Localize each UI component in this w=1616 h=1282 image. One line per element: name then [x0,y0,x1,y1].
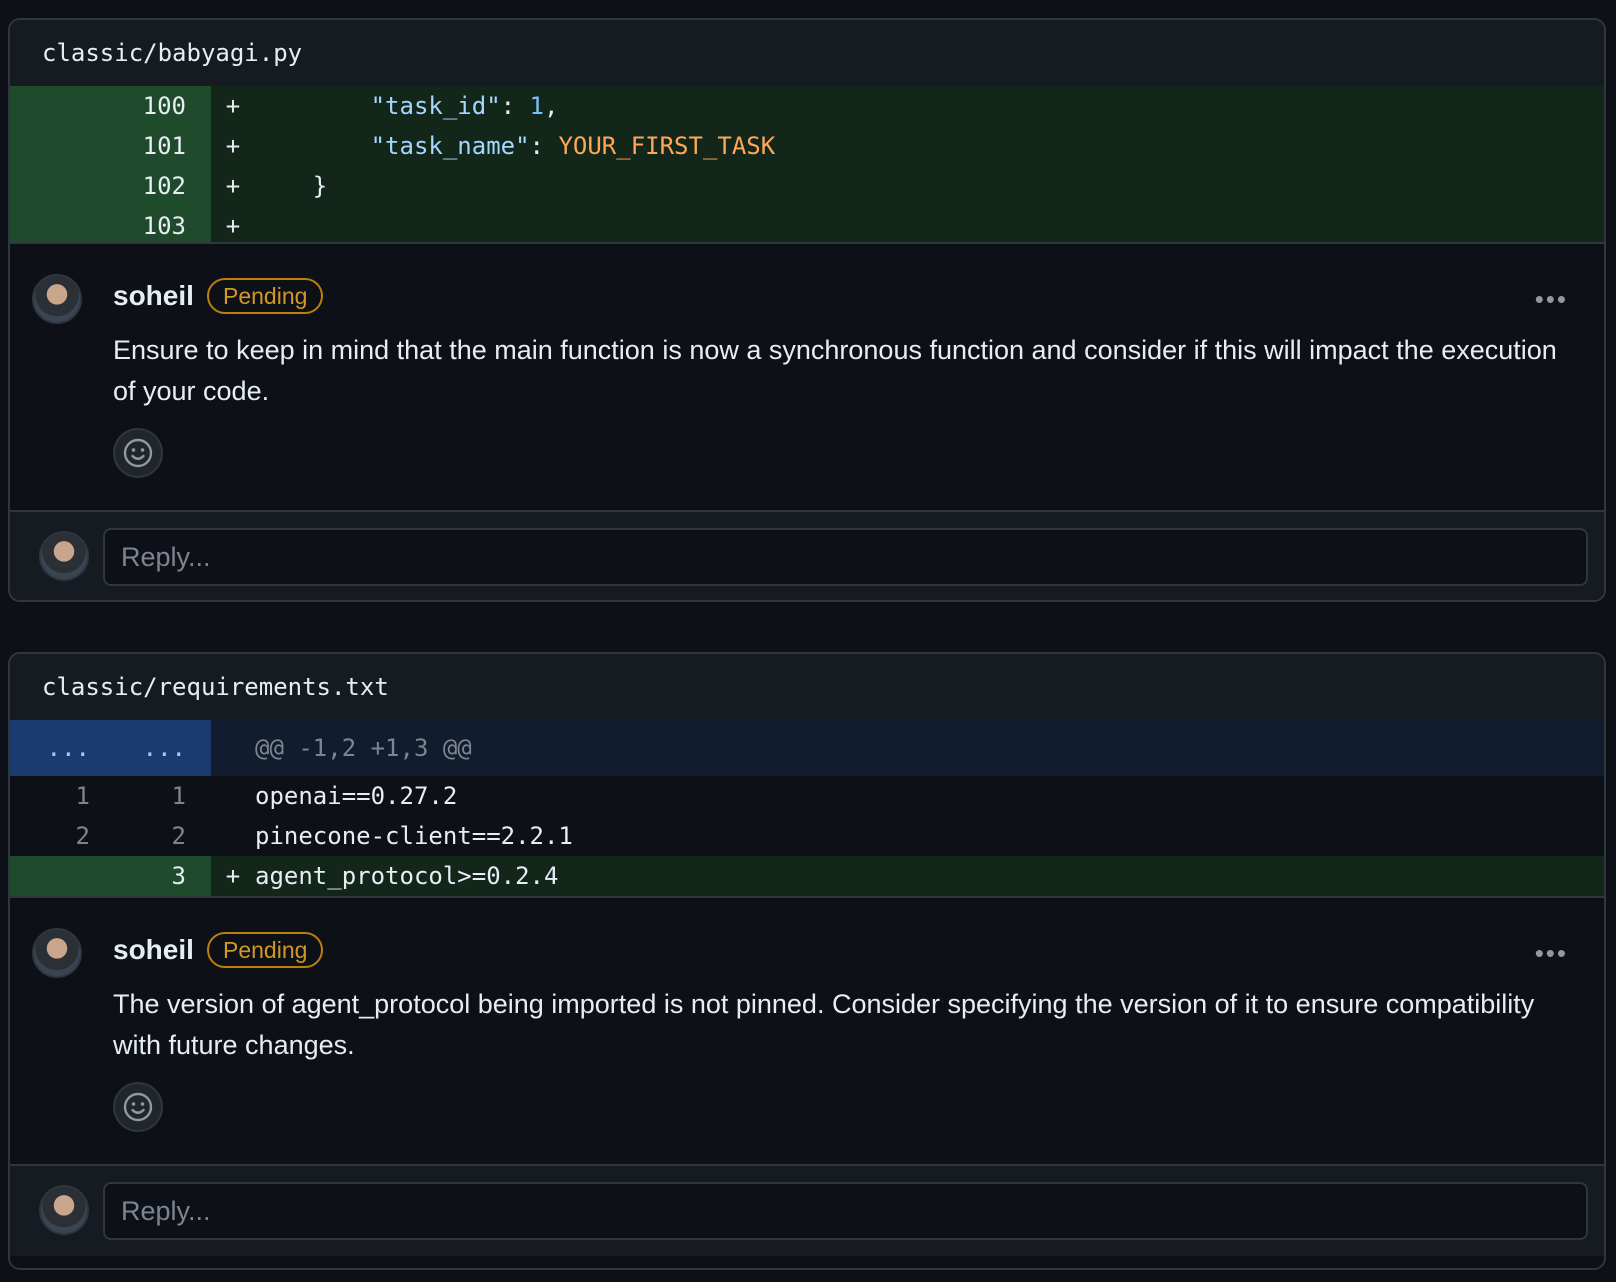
review-comment: soheil Pending ••• Ensure to keep in min… [10,242,1604,510]
line-number[interactable]: 103 [10,212,186,240]
add-marker: + [225,172,241,200]
code-text: agent_protocol>=0.2.4 [255,862,559,890]
add-reaction-button[interactable] [113,1082,163,1132]
comment-author[interactable]: soheil [113,280,194,312]
file-path[interactable]: classic/babyagi.py [10,20,1604,86]
code-key: "task_id" [370,92,501,120]
diff-line: 2 2 pinecone-client==2.2.1 [10,816,1604,856]
new-line-number[interactable]: 1 [90,782,186,810]
expand-up-button[interactable]: ... [10,734,90,762]
add-marker: + [225,862,241,890]
comment-body: Ensure to keep in mind that the main fun… [113,335,1557,406]
new-line-number[interactable]: 3 [90,862,186,890]
code-text: } [255,172,328,200]
code-value: 1 [529,92,544,120]
diff-line: 102 + } [10,166,1604,206]
more-options-icon[interactable]: ••• [1535,284,1568,315]
line-number[interactable]: 101 [10,132,186,160]
code-key: "task_name" [370,132,530,160]
diff-line: 101 + "task_name": YOUR_FIRST_TASK [10,126,1604,166]
hunk-range: @@ -1,2 +1,3 @@ [255,734,472,762]
new-line-number[interactable]: 2 [90,822,186,850]
line-number[interactable]: 100 [10,92,186,120]
reply-area [10,1164,1604,1256]
diff-line: 3 + agent_protocol>=0.2.4 [10,856,1604,896]
smiley-icon [123,1092,153,1122]
avatar[interactable] [32,274,82,324]
diff-line: 103 + [10,206,1604,246]
code-text: pinecone-client==2.2.1 [255,822,573,850]
review-thread-2: classic/requirements.txt ... ... @@ -1,2… [8,652,1606,1270]
diff-hunk: ... ... @@ -1,2 +1,3 @@ 1 1 openai==0.27… [10,720,1604,896]
code-tail: , [544,92,559,120]
more-options-icon[interactable]: ••• [1535,938,1568,969]
review-comment: soheil Pending ••• The version of agent_… [10,896,1604,1164]
diff-line: 1 1 openai==0.27.2 [10,776,1604,816]
reply-input[interactable] [103,1182,1588,1240]
reply-input[interactable] [103,528,1588,586]
comment-author[interactable]: soheil [113,934,194,966]
code-text: openai==0.27.2 [255,782,458,810]
avatar [39,531,89,581]
code-sep: : [500,92,530,120]
diff-line: 100 + "task_id": 1, [10,86,1604,126]
avatar [39,1185,89,1235]
avatar[interactable] [32,928,82,978]
file-path[interactable]: classic/requirements.txt [10,654,1604,720]
expand-down-button[interactable]: ... [90,734,186,762]
add-marker: + [225,212,241,240]
add-marker: + [225,132,241,160]
pending-badge: Pending [207,932,324,968]
line-number[interactable]: 102 [10,172,186,200]
comment-body: The version of agent_protocol being impo… [113,989,1535,1060]
hunk-header: ... ... @@ -1,2 +1,3 @@ [10,720,1604,776]
reply-area [10,510,1604,600]
old-line-number[interactable]: 1 [10,782,90,810]
old-line-number[interactable]: 2 [10,822,90,850]
pending-badge: Pending [207,278,324,314]
code-sep: : [529,132,559,160]
code-value: YOUR_FIRST_TASK [558,132,776,160]
add-reaction-button[interactable] [113,428,163,478]
smiley-icon [123,438,153,468]
add-marker: + [225,92,241,120]
review-thread-1: classic/babyagi.py 100 + "task_id": 1, 1… [8,18,1606,602]
diff-hunk: 100 + "task_id": 1, 101 + "task_name": Y… [10,86,1604,246]
